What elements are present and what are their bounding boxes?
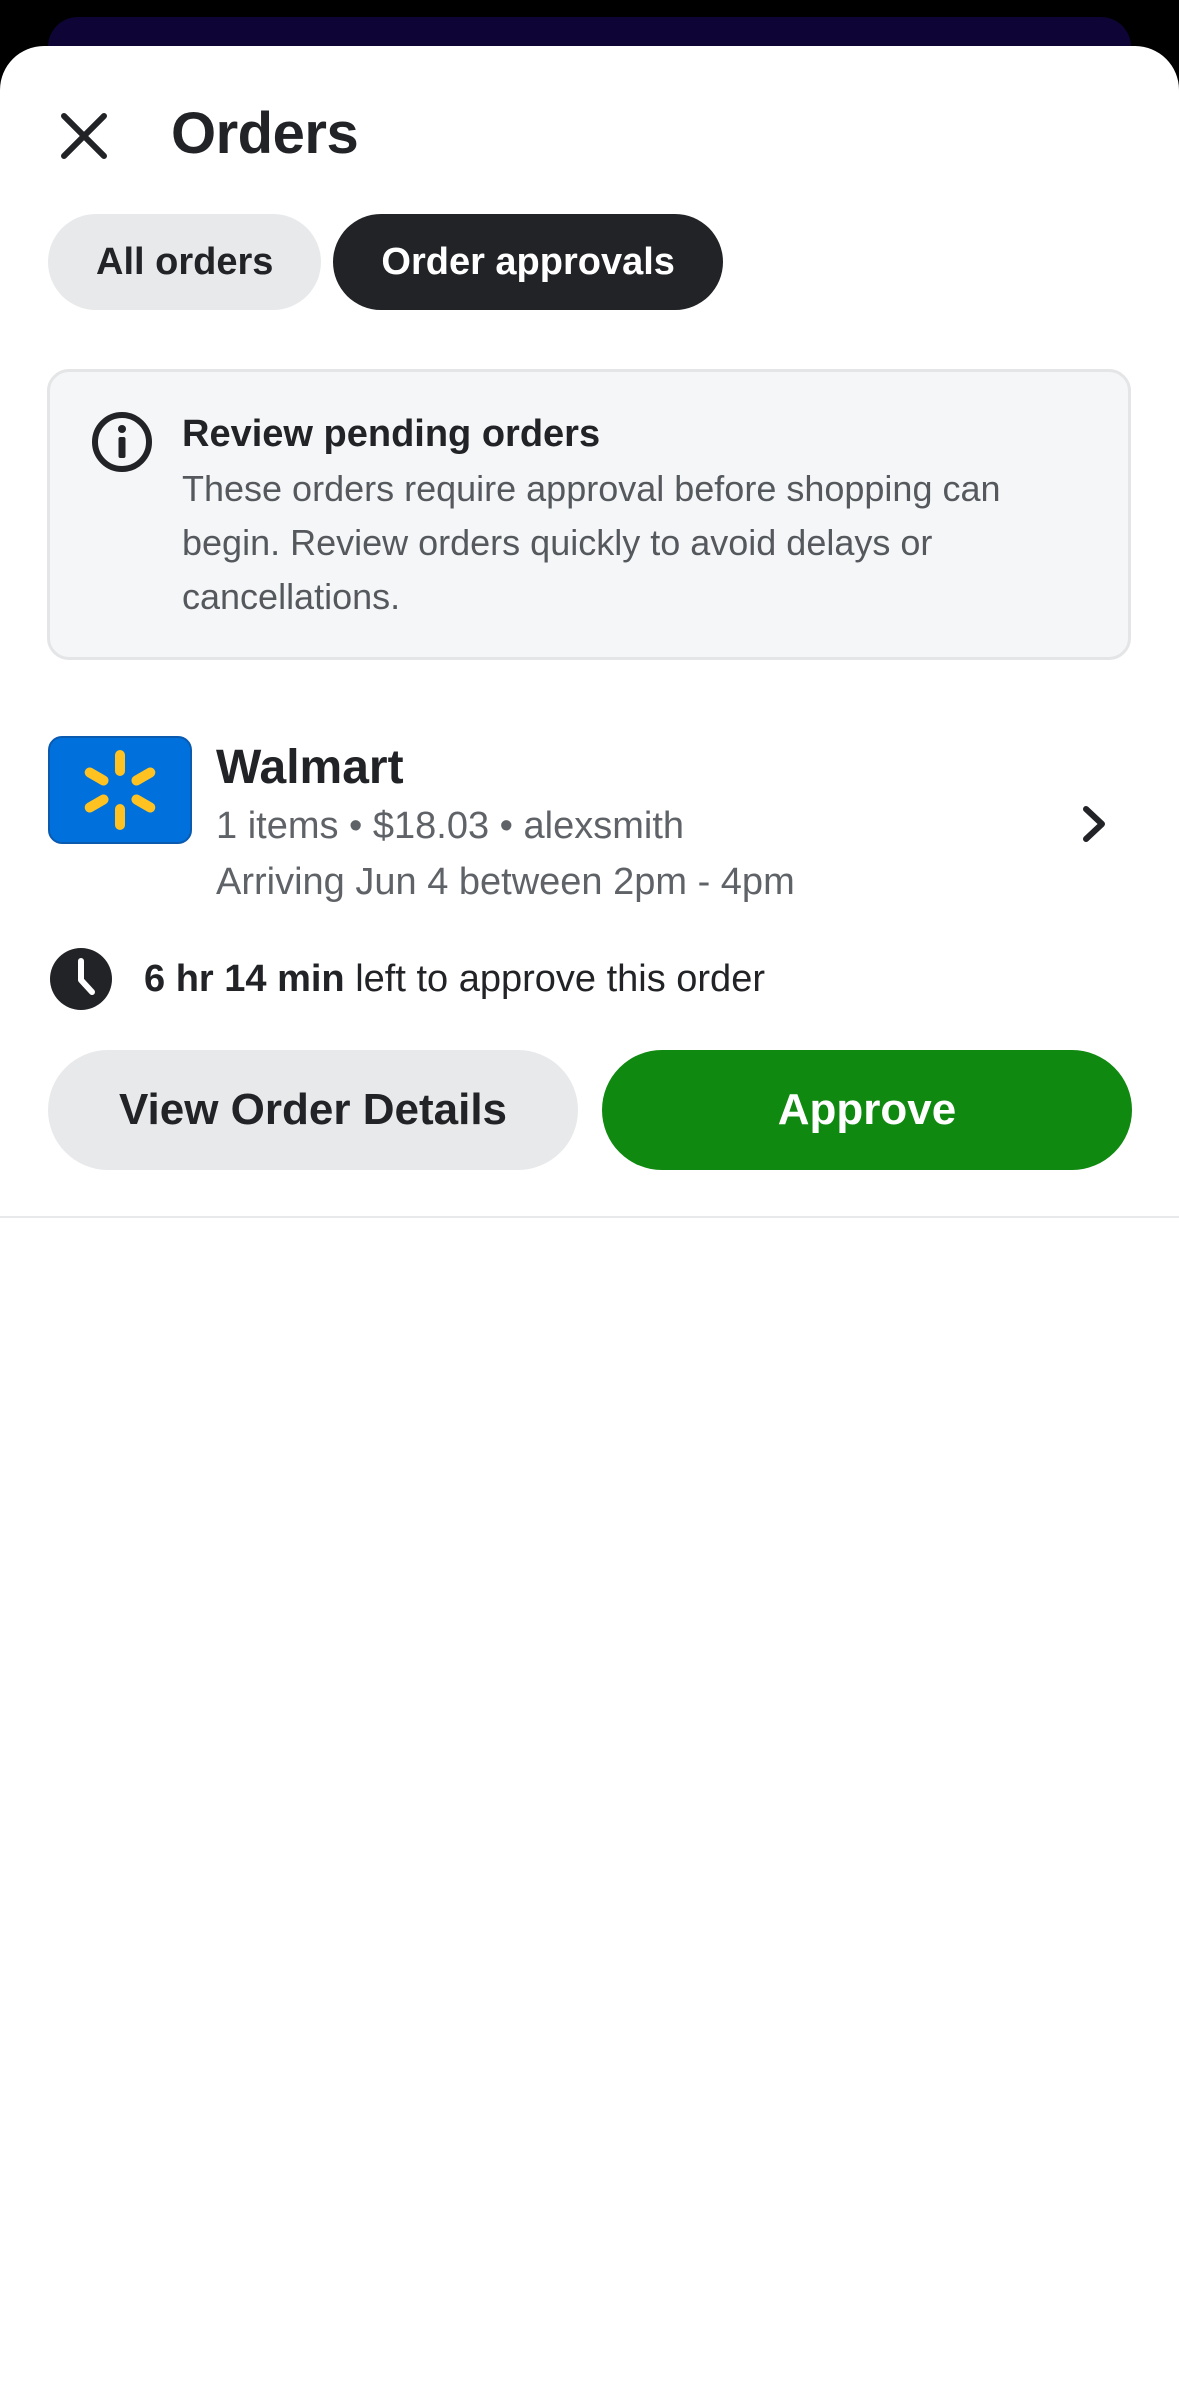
timer-suffix: left to approve this order bbox=[344, 957, 765, 1000]
walmart-spark-logo bbox=[48, 736, 192, 844]
pending-notice: Review pending orders These orders requi… bbox=[47, 369, 1131, 660]
order-chevron-button[interactable] bbox=[1064, 794, 1124, 854]
close-button[interactable] bbox=[44, 96, 124, 176]
order-meta: 1 items • $18.03 • alexsmith bbox=[216, 805, 685, 847]
approve-button[interactable]: Approve bbox=[602, 1050, 1132, 1170]
order-arrival: Arriving Jun 4 between 2pm - 4pm bbox=[216, 861, 795, 903]
approval-timer: 6 hr 14 min left to approve this order bbox=[48, 944, 765, 1014]
tab-order-approvals[interactable]: Order approvals bbox=[333, 214, 723, 310]
view-order-details-button[interactable]: View Order Details bbox=[48, 1050, 578, 1170]
spark-icon bbox=[84, 750, 156, 830]
store-name: Walmart bbox=[216, 741, 404, 794]
info-icon bbox=[92, 412, 152, 472]
timer-remaining: 6 hr 14 min bbox=[144, 957, 345, 1000]
header: Orders bbox=[0, 46, 1179, 216]
notice-title: Review pending orders bbox=[182, 413, 601, 455]
chevron-right-icon bbox=[1083, 806, 1105, 842]
notice-body: These orders require approval before sho… bbox=[182, 468, 1001, 617]
divider bbox=[0, 1216, 1179, 1218]
close-icon bbox=[61, 113, 107, 159]
clock-icon bbox=[50, 948, 112, 1010]
tab-all-orders[interactable]: All orders bbox=[48, 214, 322, 310]
tab-bar: All orders Order approvals bbox=[48, 214, 723, 310]
page-title: Orders bbox=[171, 101, 359, 166]
timer-text: 6 hr 14 min left to approve this order bbox=[144, 958, 765, 1001]
orders-sheet: Orders All orders Order approvals Review… bbox=[0, 46, 1179, 2396]
